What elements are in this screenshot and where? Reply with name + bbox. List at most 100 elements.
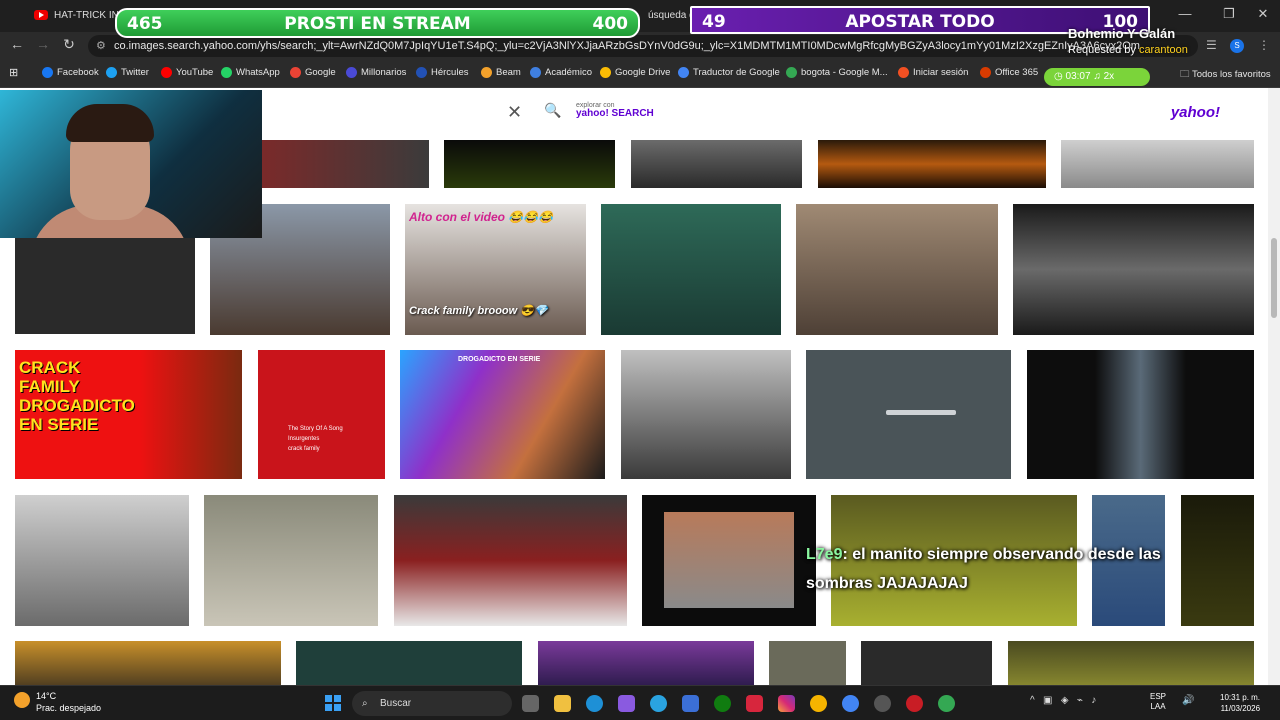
image-result[interactable] (15, 641, 281, 688)
image-result[interactable] (769, 641, 846, 688)
explore-with-yahoo[interactable]: explorar con yahoo! SEARCH (576, 102, 654, 119)
lang-secondary: LAA (1150, 702, 1166, 711)
scrollbar-thumb[interactable] (1271, 238, 1277, 318)
bookmark-item[interactable]: Hércules (416, 67, 469, 78)
store-icon[interactable] (682, 695, 699, 712)
page-scrollbar[interactable] (1268, 88, 1280, 688)
bookmark-item[interactable]: Office 365 (980, 67, 1038, 78)
image-result[interactable] (601, 204, 781, 335)
thumb-caption: The Story Of A Song (288, 426, 343, 432)
bookmark-item[interactable]: Millonarios (346, 67, 406, 78)
image-result[interactable] (262, 140, 429, 188)
image-result[interactable] (204, 495, 378, 626)
image-result[interactable] (631, 140, 802, 188)
song-time: 03:07 (1065, 71, 1091, 82)
image-result[interactable]: CRACK FAMILY DROGADICTO EN SERIE (15, 350, 242, 479)
chrome-icon[interactable] (842, 695, 859, 712)
bookmark-item[interactable]: WhatsApp (221, 67, 280, 78)
xbox-icon[interactable] (714, 695, 731, 712)
network-icon[interactable]: ⌁ (1077, 695, 1083, 706)
apps-icon[interactable]: ⊞ (9, 66, 18, 79)
chrome-canary-icon[interactable] (810, 695, 827, 712)
image-result[interactable] (15, 238, 195, 334)
bookmark-item[interactable]: bogota - Google M... (786, 67, 888, 78)
address-bar-url: co.images.search.yahoo.com/yhs/search;_y… (114, 40, 1140, 52)
forward-icon[interactable]: → (32, 36, 54, 52)
bookmark-favicon-icon (980, 67, 991, 78)
bookmark-item[interactable]: Beam (481, 67, 521, 78)
task-view-icon[interactable] (522, 695, 539, 712)
menu-icon[interactable]: ☰ (1206, 38, 1217, 52)
thumb-caption: Insurgentes (288, 436, 320, 442)
taskbar-search[interactable]: ⌕ Buscar (352, 691, 512, 716)
shield-icon[interactable]: ◈ (1061, 695, 1069, 706)
bookmark-favicon-icon (678, 67, 689, 78)
file-explorer-icon[interactable] (554, 695, 571, 712)
weather-widget[interactable]: 14°C Prac. despejado (14, 690, 101, 714)
image-result[interactable] (394, 495, 627, 626)
edge-icon[interactable] (586, 695, 603, 712)
address-bar[interactable]: ⚙ co.images.search.yahoo.com/yhs/search;… (88, 35, 1198, 57)
image-result[interactable] (1008, 641, 1254, 688)
image-result[interactable] (642, 495, 816, 626)
image-result[interactable]: Alto con el video 😂😂😂 Crack family brooo… (405, 204, 586, 335)
image-result[interactable]: The Story Of A Song Insurgentes crack fa… (258, 350, 385, 479)
image-result[interactable] (818, 140, 1046, 188)
all-favorites[interactable]: 🗀 Todos los favoritos (1180, 67, 1271, 83)
site-info-icon[interactable]: ⚙ (96, 35, 106, 57)
microphone-icon[interactable]: ♪ (1091, 695, 1096, 706)
language-indicator[interactable]: ESP LAA (1150, 692, 1166, 712)
song-requested: Requested by carantoon (1068, 44, 1188, 56)
reload-icon[interactable]: ↻ (58, 36, 80, 53)
start-icon[interactable] (325, 695, 341, 711)
image-result[interactable] (796, 204, 998, 335)
bookmark-item[interactable]: Traductor de Google (678, 67, 780, 78)
image-result[interactable]: DROGADICTO EN SERIE (400, 350, 605, 479)
image-result[interactable] (806, 350, 1011, 479)
yahoo-logo[interactable]: yahoo! (1171, 104, 1220, 121)
copilot-icon[interactable] (618, 695, 635, 712)
image-result[interactable] (1027, 350, 1254, 479)
bookmark-item[interactable]: Google (290, 67, 336, 78)
bookmark-label: Google Drive (615, 67, 671, 79)
instagram-icon[interactable] (778, 695, 795, 712)
chevron-up-icon[interactable]: ^ (1030, 695, 1035, 706)
image-result[interactable] (621, 350, 791, 479)
image-result[interactable] (1013, 204, 1254, 335)
taskbar-clock[interactable]: 10:31 p. m. 11/03/2026 (1220, 692, 1260, 714)
bookmark-item[interactable]: Google Drive (600, 67, 670, 78)
chrome-active-icon[interactable] (938, 695, 955, 712)
lang-primary: ESP (1150, 692, 1167, 701)
clear-search-icon[interactable]: ✕ (507, 102, 522, 123)
bookmark-item[interactable]: Twitter (106, 67, 149, 78)
bookmark-item[interactable]: Académico (530, 67, 592, 78)
image-result[interactable] (1061, 140, 1254, 188)
image-result[interactable] (861, 641, 992, 688)
close-icon[interactable]: ✕ (1248, 6, 1278, 22)
bookmark-item[interactable]: Facebook (42, 67, 99, 78)
minimize-icon[interactable]: — (1170, 6, 1200, 21)
back-icon[interactable]: ← (6, 36, 28, 52)
obs-icon[interactable] (874, 695, 891, 712)
image-result[interactable] (538, 641, 754, 688)
bookmark-item[interactable]: Iniciar sesión (898, 67, 968, 78)
image-result[interactable] (444, 140, 615, 188)
thumb-caption: CRACK FAMILY DROGADICTO EN SERIE (19, 358, 135, 434)
search-icon[interactable]: 🔍 (544, 102, 561, 119)
image-result[interactable] (296, 641, 522, 688)
opera-icon[interactable] (906, 695, 923, 712)
tray-app-icon[interactable]: ▣ (1043, 695, 1052, 706)
app-icon[interactable] (746, 695, 763, 712)
bookmark-item[interactable]: YouTube (161, 67, 213, 78)
profile-avatar[interactable]: S (1230, 39, 1244, 53)
bookmark-label: Google (305, 67, 336, 79)
bookmark-label: Twitter (121, 67, 149, 79)
song-requested-prefix: Requested by (1068, 44, 1139, 56)
system-tray[interactable]: ^ ▣ ◈ ⌁ ♪ (1030, 695, 1096, 706)
volume-icon[interactable]: 🔊 (1182, 695, 1194, 706)
telegram-icon[interactable] (650, 695, 667, 712)
image-result[interactable] (15, 495, 189, 626)
maximize-icon[interactable]: ❐ (1214, 6, 1244, 22)
clock-time: 10:31 p. m. (1220, 693, 1261, 702)
more-vert-icon[interactable]: ⋮ (1258, 38, 1270, 52)
